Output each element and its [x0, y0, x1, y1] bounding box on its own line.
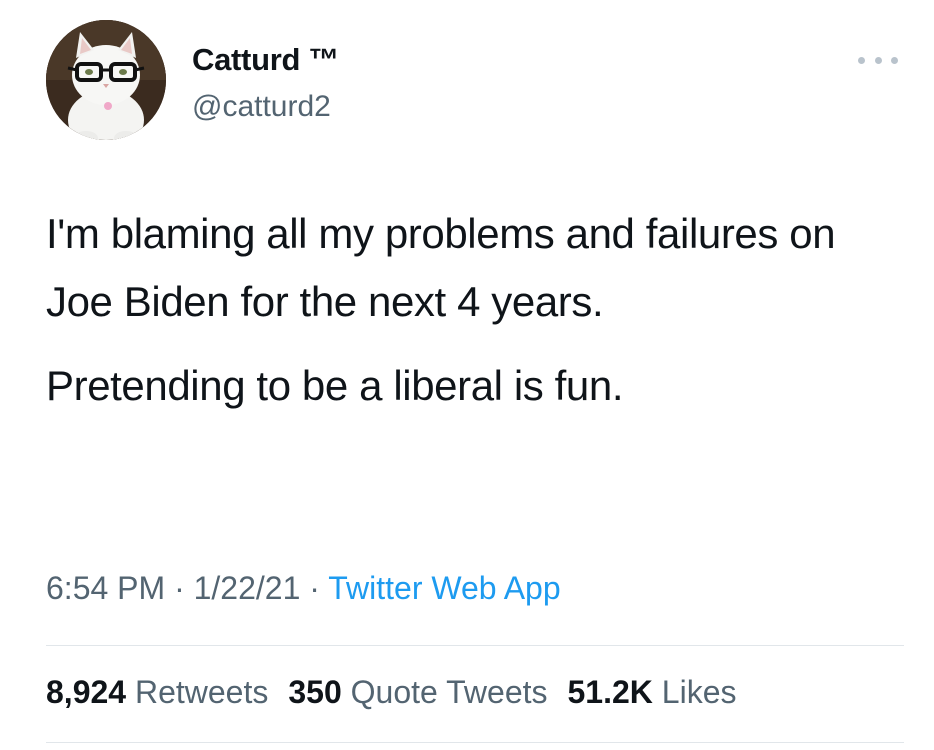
likes-label: Likes [661, 674, 737, 710]
engagement-stats: 8,924 Retweets 350 Quote Tweets 51.2K Li… [46, 674, 736, 711]
separator: · [174, 570, 185, 606]
ellipsis-icon [874, 56, 882, 64]
tweet-text: I'm blaming all my problems and failures… [46, 200, 906, 420]
divider [46, 742, 904, 743]
user-handle[interactable]: @catturd2 [192, 90, 331, 124]
quote-tweets-count: 350 [288, 674, 342, 710]
tweet-source-link[interactable]: Twitter Web App [328, 570, 560, 606]
avatar[interactable] [46, 20, 166, 140]
tweet-paragraph: Pretending to be a liberal is fun. [46, 362, 624, 409]
tweet-paragraph: I'm blaming all my problems and failures… [46, 210, 836, 325]
retweets-count: 8,924 [46, 674, 127, 710]
retweets-stat[interactable]: 8,924 Retweets [46, 674, 268, 711]
likes-count: 51.2K [567, 674, 653, 710]
quote-tweets-stat[interactable]: 350 Quote Tweets [288, 674, 547, 711]
display-name[interactable]: Catturd ™ [192, 42, 339, 78]
quote-tweets-label: Quote Tweets [350, 674, 548, 710]
tweet-card: Catturd ™ @catturd2 I'm blaming all my p… [0, 0, 934, 750]
tweet-time[interactable]: 6:54 PM [46, 570, 165, 606]
cat-with-glasses-avatar-icon [46, 20, 166, 140]
separator: · [309, 570, 320, 606]
divider [46, 645, 904, 646]
tweet-date[interactable]: 1/22/21 [194, 570, 301, 606]
ellipsis-icon [858, 56, 865, 64]
ellipsis-icon [891, 56, 898, 64]
more-options-button[interactable] [858, 52, 898, 68]
tweet-metadata: 6:54 PM · 1/22/21 · Twitter Web App [46, 570, 561, 607]
likes-stat[interactable]: 51.2K Likes [568, 674, 737, 711]
retweets-label: Retweets [134, 674, 269, 710]
